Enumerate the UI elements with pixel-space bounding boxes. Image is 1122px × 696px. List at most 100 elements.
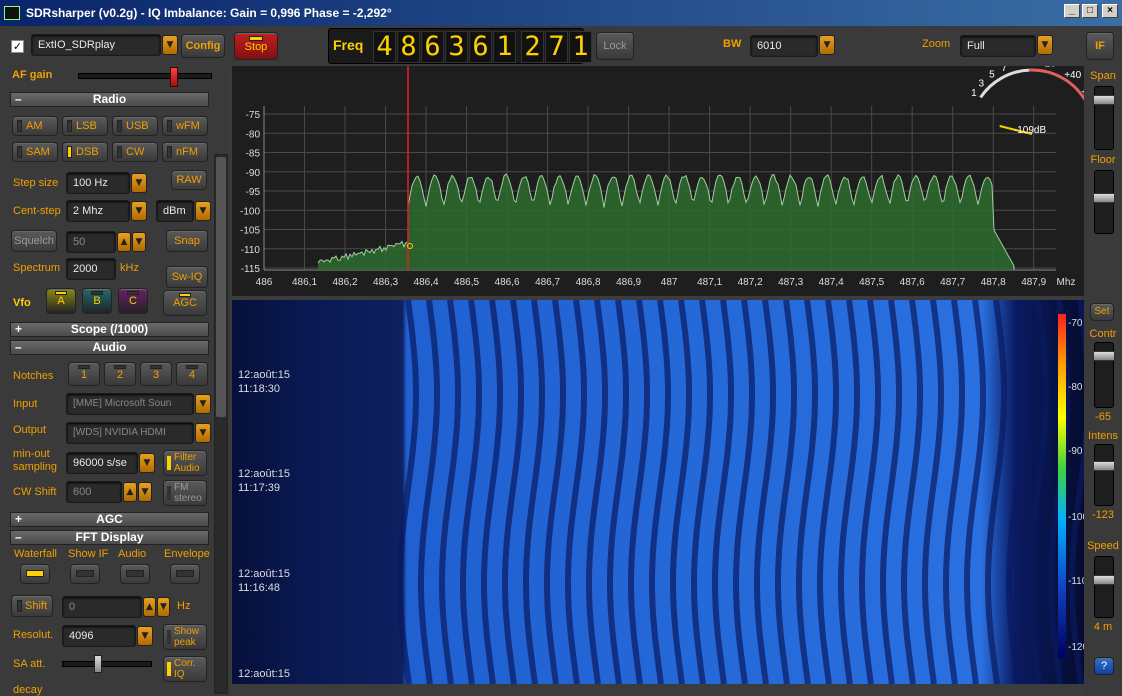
audio-input-select[interactable]: [MME] Microsoft Soun bbox=[66, 393, 194, 415]
waterfall-panel[interactable]: 12:août:15 11:18:30 12:août:15 11:17:39 12:a… bbox=[232, 300, 1084, 684]
fft-tab-show-if[interactable] bbox=[70, 564, 100, 584]
freq-digit[interactable]: 7 bbox=[545, 31, 568, 63]
fft-tab-audio[interactable] bbox=[120, 564, 150, 584]
contrast-slider[interactable] bbox=[1094, 342, 1114, 408]
maximize-button[interactable]: □ bbox=[1082, 4, 1098, 18]
shift-button[interactable]: Shift bbox=[11, 595, 53, 617]
step-size-select[interactable]: 100 Hz bbox=[66, 172, 130, 194]
corr-iq-button[interactable]: Corr. IQ bbox=[163, 656, 207, 682]
bandwidth-input[interactable]: 6010 bbox=[750, 35, 818, 57]
minimize-button[interactable]: _ bbox=[1064, 4, 1080, 18]
freq-digit[interactable]: 1 bbox=[493, 31, 516, 63]
mode-button-cw[interactable]: CW bbox=[112, 142, 158, 162]
bandwidth-dropdown-icon[interactable]: ▼ bbox=[819, 35, 835, 55]
fft-section-header[interactable]: – FFT Display bbox=[10, 530, 209, 545]
mode-button-wfm[interactable]: wFM bbox=[162, 116, 208, 136]
resolution-select[interactable]: 4096 bbox=[62, 625, 136, 647]
sa-att-slider[interactable] bbox=[62, 661, 152, 667]
config-button[interactable]: Config bbox=[181, 34, 225, 58]
mode-button-sam[interactable]: SAM bbox=[12, 142, 58, 162]
mode-button-usb[interactable]: USB bbox=[112, 116, 158, 136]
freq-digit[interactable]: 8 bbox=[397, 31, 420, 63]
spectrum-plot[interactable]: -75 -80 -85 -90 -95 -100 -105 -110 -115 486 486,1 4… bbox=[232, 66, 1084, 296]
freq-digit[interactable]: 4 bbox=[373, 31, 396, 63]
floor-slider[interactable] bbox=[1094, 170, 1114, 234]
sampling-select[interactable]: 96000 s/se bbox=[66, 452, 138, 474]
show-peak-button[interactable]: Show peak bbox=[163, 624, 207, 650]
af-gain-slider[interactable] bbox=[78, 73, 212, 79]
spectrum-panel[interactable]: -75 -80 -85 -90 -95 -100 -105 -110 -115 486 486,1 4… bbox=[232, 66, 1084, 296]
af-gain-thumb[interactable] bbox=[170, 67, 178, 87]
source-dropdown-icon[interactable]: ▼ bbox=[162, 35, 178, 55]
step-size-dropdown-icon[interactable]: ▼ bbox=[131, 173, 147, 193]
agc-section-header[interactable]: + AGC bbox=[10, 512, 209, 527]
sampling-dropdown-icon[interactable]: ▼ bbox=[139, 453, 155, 473]
audio-output-dropdown-icon[interactable]: ▼ bbox=[195, 423, 211, 443]
notch-button-3[interactable]: 3 bbox=[140, 362, 172, 386]
close-button[interactable]: × bbox=[1102, 4, 1118, 18]
shift-dropdown-icon[interactable]: ▼ bbox=[157, 597, 170, 617]
notch-button-4[interactable]: 4 bbox=[176, 362, 208, 386]
squelch-input[interactable]: 50 bbox=[66, 231, 116, 253]
sa-att-thumb[interactable] bbox=[94, 655, 102, 673]
freq-digit[interactable]: 3 bbox=[445, 31, 468, 63]
left-panel-scrollbar[interactable] bbox=[214, 154, 228, 694]
freq-digit[interactable]: 2 bbox=[521, 31, 544, 63]
scope-section-header[interactable]: + Scope (/1000) bbox=[10, 322, 209, 337]
span-slider[interactable] bbox=[1094, 86, 1114, 150]
stop-button[interactable]: Stop bbox=[234, 32, 278, 60]
squelch-spin-icon[interactable]: ▲ bbox=[117, 232, 131, 252]
mode-button-am[interactable]: AM bbox=[12, 116, 58, 136]
freq-digit[interactable]: 6 bbox=[421, 31, 444, 63]
audio-input-dropdown-icon[interactable]: ▼ bbox=[195, 394, 211, 414]
fft-tab-waterfall[interactable] bbox=[20, 564, 50, 584]
mode-button-dsb[interactable]: DSB bbox=[62, 142, 108, 162]
spectrum-width-input[interactable]: 2000 bbox=[66, 258, 116, 280]
filter-audio-button[interactable]: Filter Audio bbox=[163, 450, 207, 476]
help-button[interactable]: ? bbox=[1094, 657, 1114, 675]
cw-shift-spin-icon[interactable]: ▲ bbox=[123, 482, 137, 502]
mode-button-nfm[interactable]: nFM bbox=[162, 142, 208, 162]
source-enable-checkbox[interactable]: ✓ bbox=[11, 40, 24, 53]
vfo-button-b[interactable]: B bbox=[82, 288, 112, 314]
scroll-thumb[interactable] bbox=[216, 157, 226, 417]
squelch-dropdown-icon[interactable]: ▼ bbox=[132, 232, 146, 252]
fft-tab-envelope[interactable] bbox=[170, 564, 200, 584]
dbm-select[interactable]: dBm bbox=[156, 200, 194, 222]
radio-section-header[interactable]: – Radio bbox=[10, 92, 209, 107]
sw-iq-button[interactable]: Sw-IQ bbox=[166, 266, 208, 288]
freq-digit[interactable]: 6 bbox=[469, 31, 492, 63]
shift-input[interactable]: 0 bbox=[62, 596, 142, 618]
vfo-button-c[interactable]: C bbox=[118, 288, 148, 314]
source-select[interactable]: ExtIO_SDRplay bbox=[31, 34, 161, 56]
floor-slider-thumb[interactable] bbox=[1093, 193, 1115, 203]
audio-section-header[interactable]: – Audio bbox=[10, 340, 209, 355]
intensity-slider[interactable] bbox=[1094, 444, 1114, 506]
mode-button-lsb[interactable]: LSB bbox=[62, 116, 108, 136]
notch-button-1[interactable]: 1 bbox=[68, 362, 100, 386]
contrast-slider-thumb[interactable] bbox=[1093, 351, 1115, 361]
cent-step-dropdown-icon[interactable]: ▼ bbox=[131, 201, 147, 221]
raw-button[interactable]: RAW bbox=[171, 170, 207, 190]
notch-button-2[interactable]: 2 bbox=[104, 362, 136, 386]
set-button[interactable]: Set bbox=[1090, 303, 1114, 321]
if-button[interactable]: IF bbox=[1086, 32, 1114, 60]
snap-button[interactable]: Snap bbox=[166, 230, 208, 252]
cw-shift-input[interactable]: 600 bbox=[66, 481, 122, 503]
speed-slider-thumb[interactable] bbox=[1093, 575, 1115, 585]
cw-shift-dropdown-icon[interactable]: ▼ bbox=[138, 482, 152, 502]
zoom-select[interactable]: Full bbox=[960, 35, 1036, 57]
intensity-slider-thumb[interactable] bbox=[1093, 461, 1115, 471]
vfo-button-a[interactable]: A bbox=[46, 288, 76, 314]
zoom-dropdown-icon[interactable]: ▼ bbox=[1037, 35, 1053, 55]
audio-output-select[interactable]: [WDS] NVIDIA HDMI bbox=[66, 422, 194, 444]
squelch-button[interactable]: Squelch bbox=[11, 230, 57, 252]
span-slider-thumb[interactable] bbox=[1093, 95, 1115, 105]
resolution-dropdown-icon[interactable]: ▼ bbox=[137, 626, 153, 646]
shift-spin-icon[interactable]: ▲ bbox=[143, 597, 156, 617]
lock-button[interactable]: Lock bbox=[596, 32, 634, 60]
fm-stereo-button[interactable]: FM stereo bbox=[163, 480, 207, 506]
frequency-display[interactable]: Freq 486361271 bbox=[328, 28, 584, 64]
speed-slider[interactable] bbox=[1094, 556, 1114, 618]
dbm-dropdown-icon[interactable]: ▼ bbox=[195, 201, 211, 221]
